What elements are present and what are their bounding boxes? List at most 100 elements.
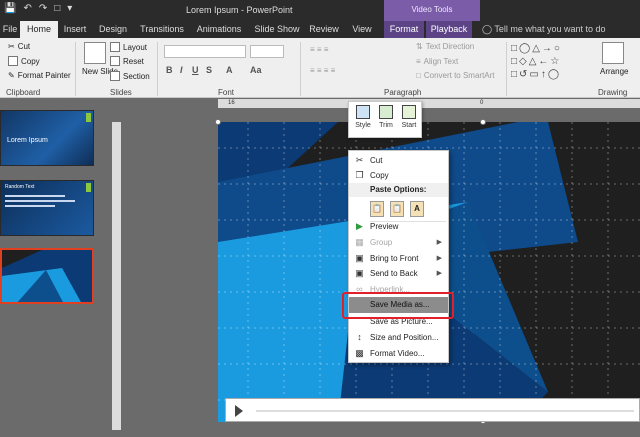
menu-item-send-to-back[interactable]: ▣ Send to Back ▶	[349, 266, 448, 282]
tab-review[interactable]: Review	[306, 21, 342, 38]
arrange-icon[interactable]	[602, 42, 624, 64]
italic-button[interactable]: I	[180, 65, 183, 75]
menu-item-cut[interactable]: ✂ Cut	[349, 153, 448, 169]
resize-handle[interactable]	[215, 119, 221, 125]
shapes-gallery[interactable]: □◯△→○ □◇△←☆ □↺▭↑◯	[511, 42, 591, 82]
copy-button[interactable]: Copy	[8, 56, 40, 66]
play-icon: ▶	[356, 221, 363, 231]
redo-icon[interactable]: ↷	[39, 3, 47, 14]
text-direction-button[interactable]: ⇅ Text Direction	[416, 42, 474, 51]
text-direction-icon: ⇅	[416, 42, 423, 51]
video-progress-track[interactable]	[256, 410, 634, 412]
shadow-button[interactable]: S	[206, 65, 212, 75]
menu-item-preview[interactable]: ▶ Preview	[349, 219, 448, 235]
tell-me-box[interactable]: ◯ Tell me what you want to do	[482, 24, 605, 35]
section-icon	[110, 71, 120, 81]
title-bar: 💾 ↶ ↷ □ ▾ Lorem Ipsum - PowerPoint Video…	[0, 0, 640, 21]
slide-thumbnail-3[interactable]	[0, 248, 94, 304]
thumbnail-graphic	[2, 250, 92, 302]
clipboard-group-label: Clipboard	[6, 88, 41, 97]
bullets-button[interactable]: ≡ ≡ ≡	[310, 45, 328, 54]
thumbnail-title: Lorem Ipsum	[7, 137, 48, 144]
tab-home[interactable]: Home	[20, 21, 58, 38]
vertical-ruler	[112, 122, 121, 430]
group-icon: ▦	[355, 237, 364, 247]
mini-toolbar: Style Trim Start	[348, 101, 422, 138]
align-buttons[interactable]: ≡ ≡ ≡ ≡	[310, 66, 335, 75]
trim-button[interactable]: Trim	[375, 105, 397, 129]
window-title: Lorem Ipsum - PowerPoint	[186, 5, 293, 15]
convert-smartart-button[interactable]: □ Convert to SmartArt	[416, 71, 495, 80]
tab-playback[interactable]: Playback	[426, 21, 472, 38]
ribbon-tabs: File Home Insert Design Transitions Anim…	[0, 21, 640, 38]
cut-button[interactable]: ✂ Cut	[8, 42, 30, 51]
video-style-icon	[356, 105, 370, 119]
new-slide-icon[interactable]	[84, 42, 106, 64]
arrange-button[interactable]: Arrange	[600, 67, 628, 76]
ruler-label: 16	[228, 100, 235, 106]
menu-item-copy[interactable]: ❐ Copy	[349, 168, 448, 184]
paintbrush-icon: ✎	[8, 71, 15, 80]
change-case-button[interactable]: Aa	[250, 65, 262, 75]
section-button[interactable]: Section	[110, 71, 150, 81]
tab-design[interactable]: Design	[94, 21, 132, 38]
highlight-annotation	[342, 292, 454, 319]
tab-insert[interactable]: Insert	[58, 21, 92, 38]
tab-file[interactable]: File	[0, 21, 20, 38]
paste-text-only-icon[interactable]: A	[410, 201, 424, 217]
submenu-arrow-icon: ▶	[436, 239, 442, 246]
menu-item-bring-to-front[interactable]: ▣ Bring to Front ▶	[349, 251, 448, 267]
tab-slide-show[interactable]: Slide Show	[250, 21, 304, 38]
group-divider	[300, 42, 301, 96]
paste-picture-icon[interactable]: 📋	[390, 201, 404, 217]
reset-icon	[110, 56, 120, 66]
tab-animations[interactable]: Animations	[193, 21, 245, 38]
scissors-icon: ✂	[355, 155, 364, 165]
font-name-field[interactable]	[164, 45, 246, 58]
resize-handle[interactable]	[480, 119, 486, 125]
reset-button[interactable]: Reset	[110, 56, 144, 66]
trim-icon	[379, 105, 393, 119]
undo-icon[interactable]: ↶	[23, 3, 31, 14]
thumbnail-text-line	[5, 200, 75, 202]
tab-transitions[interactable]: Transitions	[136, 21, 188, 38]
bring-to-front-icon: ▣	[355, 253, 364, 263]
video-player-bar	[225, 398, 640, 422]
save-icon[interactable]: 💾	[4, 3, 16, 14]
tab-format[interactable]: Format	[384, 21, 424, 38]
tab-view[interactable]: View	[346, 21, 378, 38]
font-size-field[interactable]	[250, 45, 284, 58]
start-icon	[402, 105, 416, 119]
menu-item-size-and-position[interactable]: ↕ Size and Position...	[349, 330, 448, 346]
thumbnail-accent	[86, 183, 91, 192]
ruler-label: 0	[480, 100, 484, 106]
underline-button[interactable]: U	[192, 65, 199, 75]
send-to-back-icon: ▣	[355, 268, 364, 278]
menu-item-format-video[interactable]: ▩ Format Video...	[349, 346, 448, 362]
font-color-button[interactable]: A	[226, 65, 233, 75]
align-text-button[interactable]: ≡ Align Text	[416, 57, 458, 66]
slideshow-icon[interactable]: □	[54, 3, 60, 14]
submenu-arrow-icon: ▶	[436, 270, 442, 277]
copy-icon: ❐	[355, 170, 364, 180]
bold-button[interactable]: B	[166, 65, 173, 75]
format-painter-button[interactable]: ✎ Format Painter	[8, 71, 71, 80]
play-icon[interactable]	[235, 405, 243, 417]
customize-qat-icon[interactable]: ▾	[67, 3, 72, 14]
smartart-icon: □	[416, 71, 421, 80]
style-button[interactable]: Style	[352, 105, 374, 129]
paste-keep-source-icon[interactable]: 📋	[370, 201, 384, 217]
slide-thumbnail-1[interactable]: Lorem Ipsum	[0, 110, 94, 166]
video-tools-group-label: Video Tools	[384, 0, 480, 21]
drawing-group-label: Drawing	[598, 88, 628, 97]
group-divider	[75, 42, 76, 96]
thumbnail-text-line	[5, 205, 55, 207]
horizontal-ruler: 16 0	[218, 99, 640, 108]
group-divider	[157, 42, 158, 96]
layout-button[interactable]: Layout	[110, 42, 147, 52]
start-button[interactable]: Start	[398, 105, 420, 129]
font-group-label: Font	[218, 88, 235, 97]
slide-thumbnail-2[interactable]: Random Text	[0, 180, 94, 236]
align-text-icon: ≡	[416, 57, 421, 66]
layout-icon	[110, 42, 120, 52]
